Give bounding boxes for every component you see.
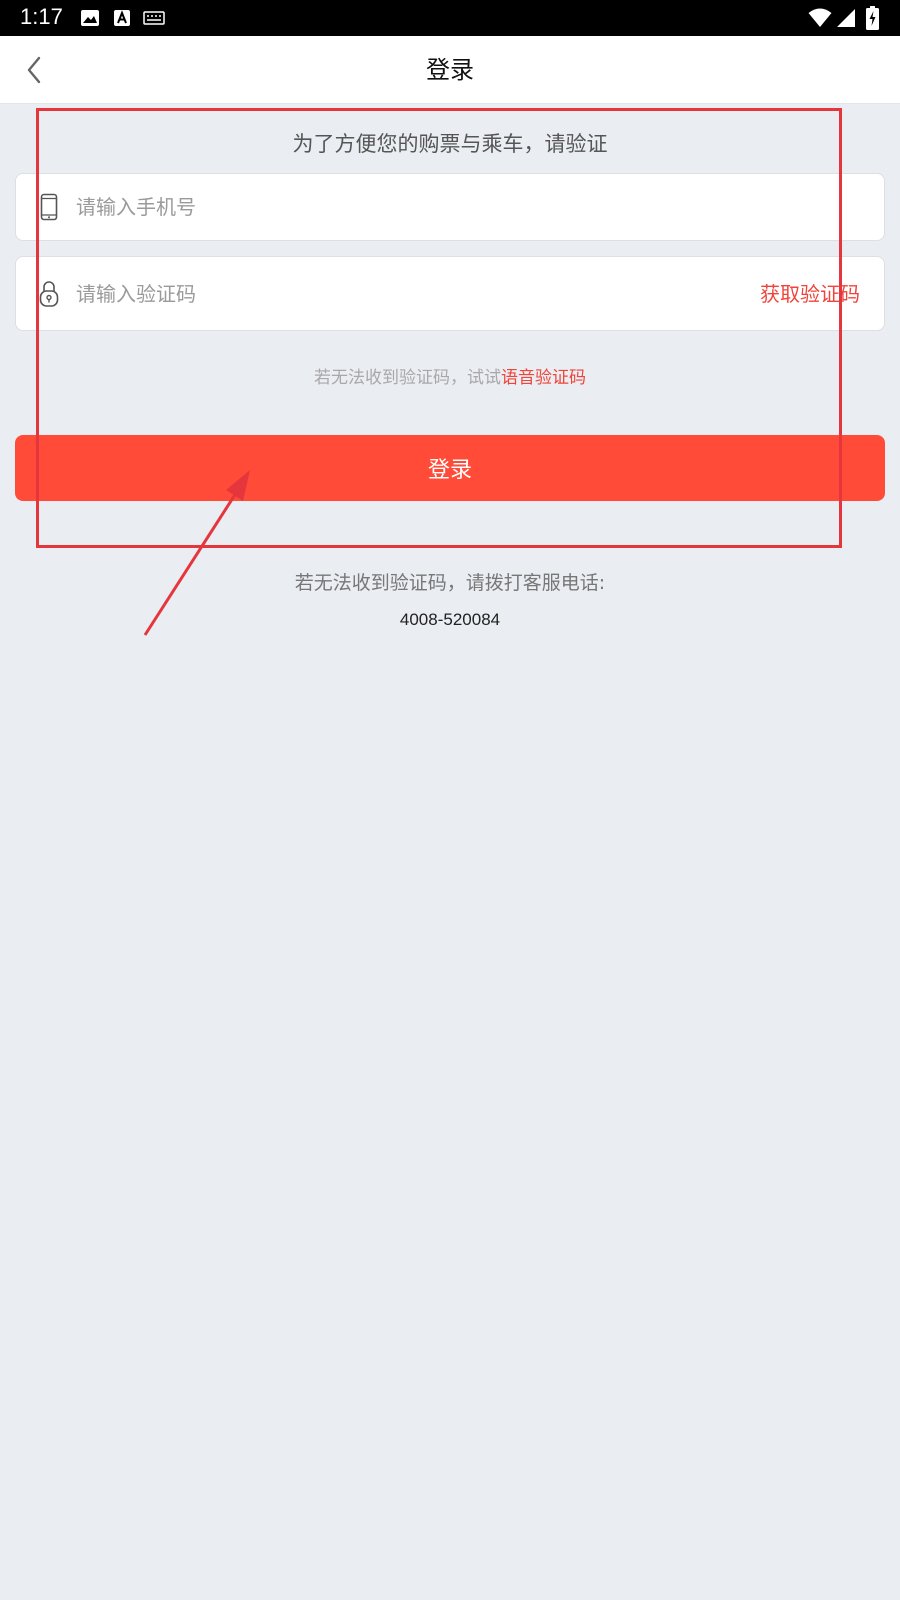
- page-title: 登录: [426, 56, 474, 84]
- verify-hint: 为了方便您的购票与乘车，请验证: [292, 132, 608, 156]
- voice-code-prefix: 若无法收到验证码，试试: [314, 368, 501, 388]
- lock-icon: [36, 278, 62, 310]
- app-header: 登录: [0, 36, 900, 104]
- back-button[interactable]: [14, 48, 54, 92]
- battery-charging-icon: [866, 0, 879, 36]
- wifi-icon: [808, 0, 832, 36]
- status-time: 1:17: [20, 4, 63, 29]
- signal-icon: [836, 0, 856, 36]
- font-a-icon: [113, 0, 131, 36]
- code-field[interactable]: 获取验证码: [15, 256, 885, 331]
- login-button[interactable]: 登录: [15, 435, 885, 501]
- chevron-left-icon: [27, 56, 41, 84]
- get-code-button[interactable]: 获取验证码: [760, 257, 860, 330]
- support-hint: 若无法收到验证码，请拨打客服电话:: [294, 572, 606, 594]
- phone-icon: [36, 191, 62, 223]
- support-phone[interactable]: 4008-520084: [0, 610, 900, 630]
- image-icon: [80, 0, 100, 36]
- status-bar: 1:17: [0, 0, 900, 36]
- voice-code-hint: 若无法收到验证码，试试语音验证码: [0, 363, 900, 388]
- voice-code-link[interactable]: 语音验证码: [501, 368, 586, 388]
- phone-input[interactable]: [76, 174, 866, 240]
- phone-field[interactable]: [15, 173, 885, 241]
- keyboard-icon: [143, 0, 165, 36]
- code-input[interactable]: [76, 257, 676, 330]
